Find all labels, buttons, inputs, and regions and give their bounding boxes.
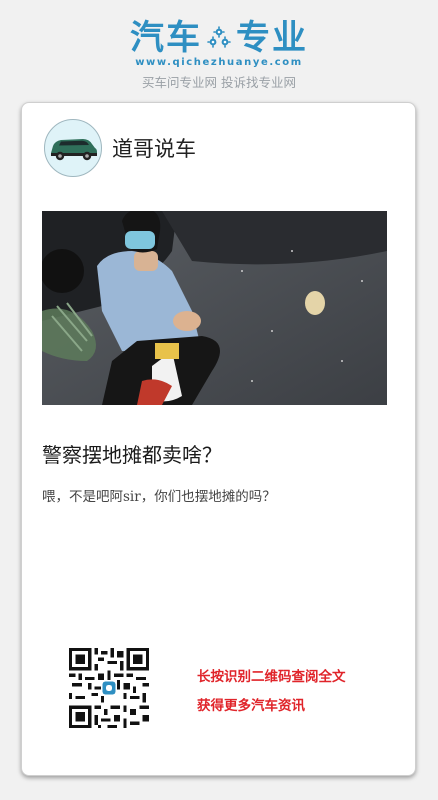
site-header: 汽车 专业 www.qichezhuanye.com 买车问专业网 投诉找专业网 [0, 0, 438, 100]
author-avatar[interactable] [44, 119, 102, 177]
qr-code-icon[interactable] [69, 648, 149, 728]
author-name[interactable]: 道哥说车 [112, 133, 196, 163]
qr-instruction-text: 长按识别二维码查阅全文 [197, 669, 346, 685]
site-url[interactable]: www.qichezhuanye.com [0, 57, 438, 68]
logo-text-left: 汽车 [130, 18, 202, 58]
article-card[interactable]: 道哥说车 警察摆地摊都卖啥？ 喂，不是吧阿sir，你们也摆地摊的吗？ 长按识别二… [21, 102, 416, 776]
car-icon [51, 139, 97, 161]
site-tagline: 买车问专业网 投诉找专业网 [142, 75, 296, 90]
site-logo[interactable]: 汽车 专业 [0, 18, 438, 58]
qr-benefit-text: 获得更多汽车资讯 [197, 698, 305, 714]
article-cover-image[interactable] [42, 211, 387, 405]
article-title[interactable]: 警察摆地摊都卖啥？ [42, 439, 222, 468]
logo-text-right: 专业 [236, 18, 308, 58]
article-description: 喂，不是吧阿sir，你们也摆地摊的吗？ [42, 489, 276, 505]
gear-icon [207, 26, 231, 48]
